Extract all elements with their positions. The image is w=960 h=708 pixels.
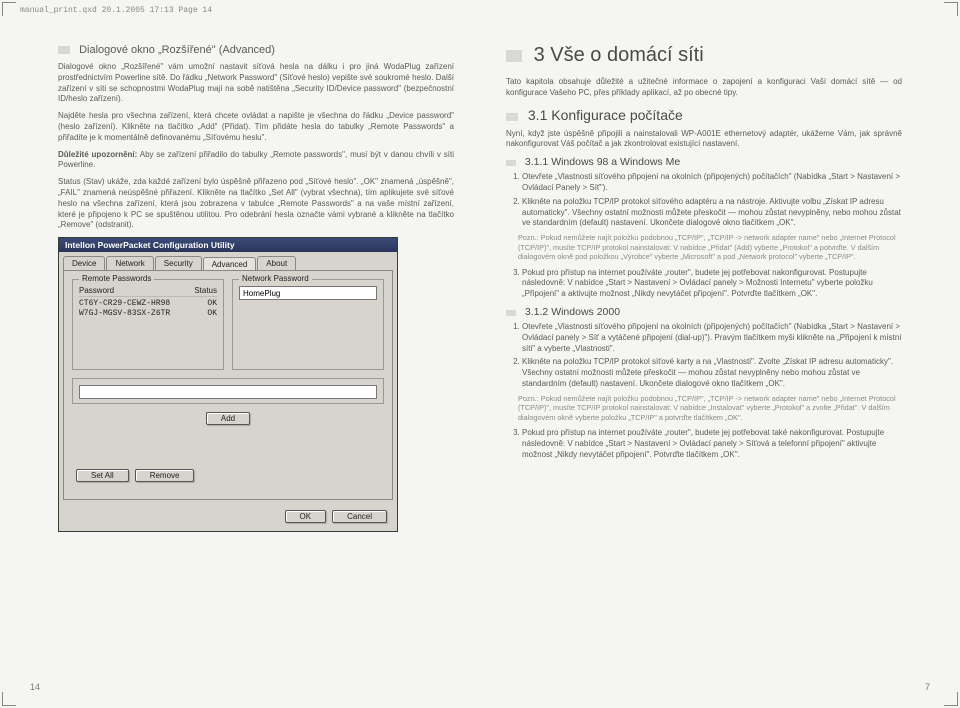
dialog-bottom-buttons: OK Cancel	[59, 504, 397, 531]
row-password: CT6Y-CR29-CEWZ-HR98	[79, 299, 207, 309]
subsubsection-title-text: 3.1.1 Windows 98 a Windows Me	[525, 156, 680, 168]
col-status: Status	[194, 286, 217, 295]
network-password-input[interactable]	[239, 286, 377, 300]
section-title: Dialogové okno „Rozšířené" (Advanced)	[58, 44, 454, 56]
device-password-input[interactable]	[79, 385, 377, 399]
paragraph: Tato kapitola obsahuje důležité a užiteč…	[506, 77, 902, 99]
steps-list: Otevřete „Vlastnosti síťového připojení …	[506, 172, 902, 229]
bullet-square-icon	[58, 46, 70, 54]
subsubsection-title: 3.1.1 Windows 98 a Windows Me	[506, 156, 902, 168]
add-button[interactable]: Add	[206, 412, 250, 425]
row-status: OK	[207, 299, 217, 309]
bullet-square-icon	[506, 310, 516, 316]
list-item: Otevřete „Vlastnosti síťového připojení …	[522, 322, 902, 354]
tab-pane: Remote Passwords Password Status CT6Y-CR…	[63, 270, 393, 500]
subsubsection-title-text: 3.1.2 Windows 2000	[525, 306, 620, 318]
left-page: Dialogové okno „Rozšířené" (Advanced) Di…	[0, 22, 480, 708]
subsection-title-text: 3.1 Konfigurace počítače	[528, 107, 683, 123]
network-password-group: Network Password	[232, 279, 384, 370]
col-password: Password	[79, 286, 194, 295]
row-password: W7GJ-MGSV-83SX-Z6TR	[79, 309, 207, 319]
list-item: Klikněte na položku TCP/IP protokol síťo…	[522, 357, 902, 389]
note-paragraph: Pozn.: Pokud nemůžete najít položku podo…	[518, 233, 902, 261]
steps-list: Pokud pro přístup na internet používáte …	[506, 428, 902, 460]
set-all-button[interactable]: Set All	[76, 469, 129, 482]
list-item: Pokud pro přístup na internet používáte …	[522, 428, 902, 460]
group-title: Remote Passwords	[79, 274, 154, 283]
list-header: Password Status	[79, 286, 217, 297]
add-button-row: Add	[72, 412, 384, 425]
page-number: 7	[925, 682, 930, 692]
ok-button[interactable]: OK	[285, 510, 327, 523]
dialog-titlebar: Intellon PowerPacket Configuration Utili…	[59, 238, 397, 252]
password-list[interactable]: CT6Y-CR29-CEWZ-HR98 OK W7GJ-MGSV-83SX-Z6…	[79, 299, 217, 363]
tab-security[interactable]: Security	[155, 256, 202, 270]
cancel-button[interactable]: Cancel	[332, 510, 387, 523]
note-paragraph: Pozn.: Pokud nemůžete najít položku podo…	[518, 394, 902, 422]
subsubsection-title: 3.1.2 Windows 2000	[506, 306, 902, 318]
list-item: Pokud pro přístup na internet používáte …	[522, 268, 902, 300]
right-page: 3 Vše o domácí síti Tato kapitola obsahu…	[480, 22, 960, 708]
row-status: OK	[207, 309, 217, 319]
paragraph: Najděte hesla pro všechna zařízení, kter…	[58, 111, 454, 143]
paragraph: Nyní, když jste úspěšně připojili a nain…	[506, 129, 902, 151]
remote-passwords-group: Remote Passwords Password Status CT6Y-CR…	[72, 279, 224, 370]
page-spread: Dialogové okno „Rozšířené" (Advanced) Di…	[0, 0, 960, 708]
bold-label: Důležité upozornění:	[58, 150, 137, 159]
tab-network[interactable]: Network	[106, 256, 153, 270]
subsection-title: 3.1 Konfigurace počítače	[506, 107, 902, 123]
list-item[interactable]: W7GJ-MGSV-83SX-Z6TR OK	[79, 309, 217, 319]
tab-advanced[interactable]: Advanced	[203, 257, 257, 271]
list-item[interactable]: CT6Y-CR29-CEWZ-HR98 OK	[79, 299, 217, 309]
group-title: Network Password	[239, 274, 312, 283]
section-title-text: Dialogové okno „Rozšířené" (Advanced)	[79, 44, 275, 56]
bullet-square-icon	[506, 50, 522, 62]
chapter-title: 3 Vše o domácí síti	[506, 44, 902, 67]
config-utility-dialog: Intellon PowerPacket Configuration Utili…	[58, 237, 398, 532]
tab-device[interactable]: Device	[63, 256, 105, 270]
bullet-square-icon	[506, 160, 516, 166]
print-header: manual_print.qxd 20.1.2005 17:13 Page 14	[20, 6, 212, 15]
paragraph: Důležité upozornění: Aby se zařízení při…	[58, 150, 454, 172]
paragraph: Dialogové okno „Rozšířené" vám umožní na…	[58, 62, 454, 105]
tab-about[interactable]: About	[257, 256, 296, 270]
bullet-square-icon	[506, 113, 518, 121]
list-item: Klikněte na položku TCP/IP protokol síťo…	[522, 197, 902, 229]
paragraph: Status (Stav) ukáže, zda každé zařízení …	[58, 177, 454, 231]
steps-list: Pokud pro přístup na internet používáte …	[506, 268, 902, 300]
list-item: Otevřete „Vlastnosti síťového připojení …	[522, 172, 902, 194]
remove-button[interactable]: Remove	[135, 469, 195, 482]
chapter-title-text: 3 Vše o domácí síti	[534, 44, 704, 66]
steps-list: Otevřete „Vlastnosti síťového připojení …	[506, 322, 902, 390]
page-number: 14	[30, 682, 40, 692]
dialog-tabs: Device Network Security Advanced About	[59, 252, 397, 270]
action-button-row: Set All Remove	[72, 469, 384, 482]
